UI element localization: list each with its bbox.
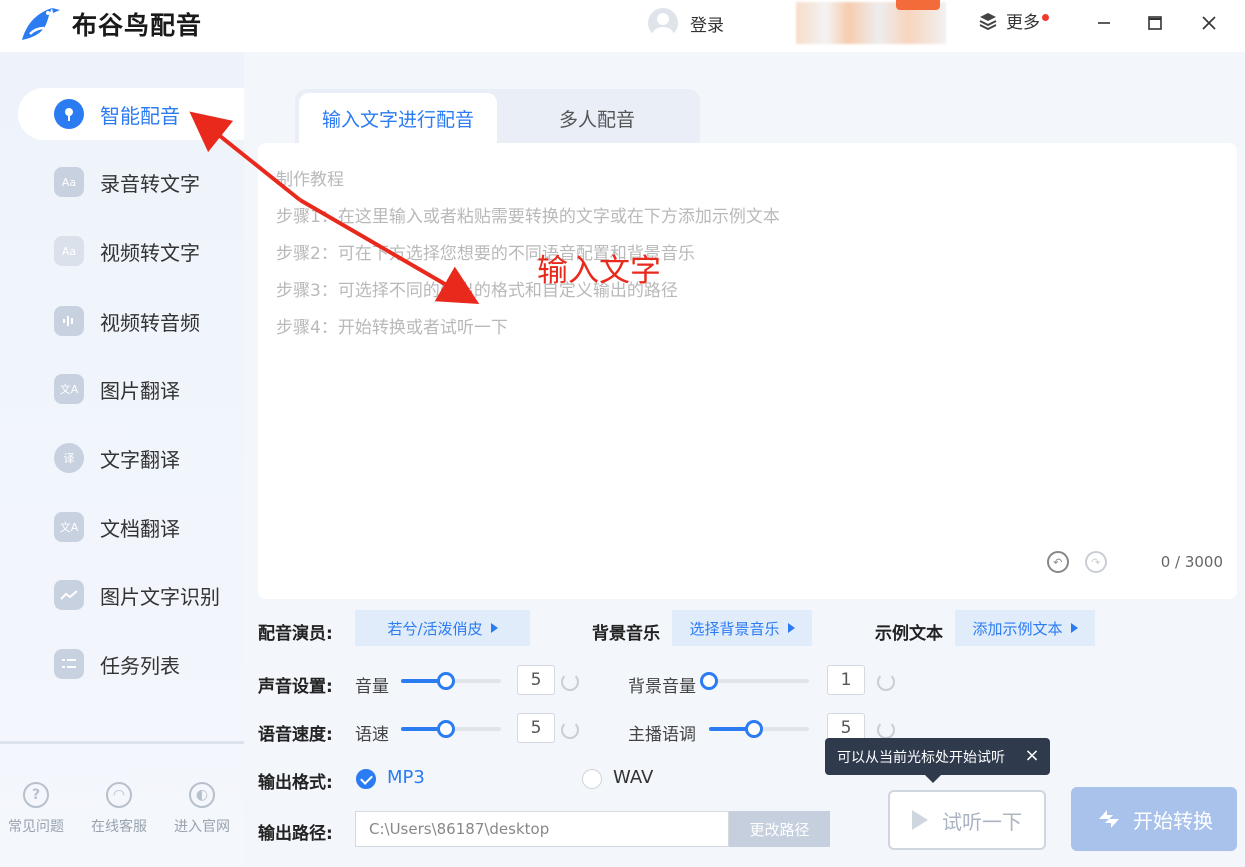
volume-value[interactable]: 5 [517,665,555,695]
pitch-slider-handle[interactable] [745,720,763,738]
sample-text-label: 示例文本 [875,624,943,644]
pitch-slider[interactable] [709,720,809,738]
start-convert-button[interactable]: 开始转换 [1071,787,1237,851]
bg-volume-label: 背景音量 [628,677,696,697]
voice-actor-value: 若兮/活泼俏皮 [387,619,483,638]
format-mp3-label[interactable]: MP3 [387,767,425,788]
change-path-button[interactable]: 更改路径 [729,811,830,847]
tooltip-text: 可以从当前光标处开始试听 [837,749,1005,766]
tooltip-close-icon[interactable]: × [1022,745,1042,766]
add-sample-text-button[interactable]: 添加示例文本 [955,610,1095,646]
format-wav-label[interactable]: WAV [613,767,653,788]
format-mp3-radio[interactable] [356,769,376,789]
play-arrow-icon [490,623,498,633]
reset-speed-icon[interactable] [561,721,579,739]
voice-actor-label: 配音演员: [258,624,333,644]
format-wav-radio[interactable] [582,769,602,789]
add-sample-text-label: 添加示例文本 [972,619,1063,638]
bg-volume-slider-handle[interactable] [700,672,718,690]
volume-slider-handle[interactable] [437,672,455,690]
output-path-label: 输出路径: [258,824,333,844]
volume-slider[interactable] [401,672,501,690]
bgm-label: 背景音乐 [592,624,660,644]
bg-volume-slider[interactable] [700,672,809,690]
output-format-label: 输出格式: [258,773,333,793]
preview-label: 试听一下 [942,809,1022,834]
play-arrow-icon [1070,623,1078,633]
bg-volume-value[interactable]: 1 [827,665,865,695]
play-arrow-icon [787,623,795,633]
preview-tooltip: 可以从当前光标处开始试听 × [825,738,1050,783]
reset-bg-volume-icon[interactable] [877,673,895,691]
annotation-arrows [189,111,480,305]
play-icon [912,810,928,830]
select-bgm-label: 选择背景音乐 [689,619,780,638]
start-convert-label: 开始转换 [1133,808,1213,833]
volume-label: 音量 [355,677,389,697]
annotation-arrow-to-menu [189,111,302,202]
speed-value[interactable]: 5 [517,713,555,743]
speed-slider-handle[interactable] [437,720,455,738]
speed-label: 语速 [355,725,389,745]
speech-speed-label: 语音速度: [258,725,333,745]
sound-settings-label: 声音设置: [258,677,333,697]
select-bgm-button[interactable]: 选择背景音乐 [672,610,812,646]
voice-actor-button[interactable]: 若兮/活泼俏皮 [355,610,530,646]
convert-arrows-icon [1099,810,1119,828]
speed-slider[interactable] [401,720,501,738]
pitch-label: 主播语调 [628,725,696,745]
reset-volume-icon[interactable] [561,673,579,691]
output-path-input[interactable]: C:\Users\86187\desktop [355,811,729,847]
reset-pitch-icon[interactable] [877,721,895,739]
annotation-arrow-to-editor [298,198,480,305]
annotation-label: 输入文字 [537,253,661,289]
preview-button[interactable]: 试听一下 [888,790,1046,850]
